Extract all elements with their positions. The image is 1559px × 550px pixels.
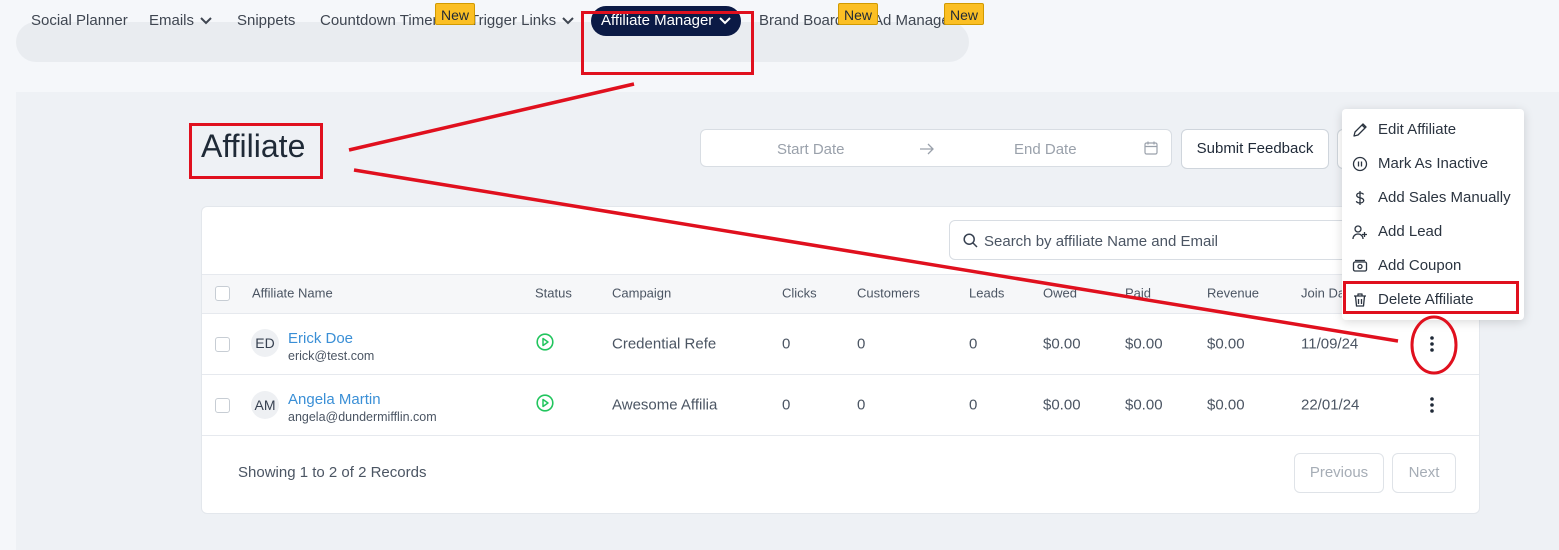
search-input[interactable] [982, 229, 1346, 253]
submit-feedback-button[interactable]: Submit Feedback [1181, 129, 1329, 169]
coupon-icon [1352, 259, 1368, 272]
next-page-button[interactable]: Next [1392, 453, 1456, 493]
leads-cell: 0 [969, 396, 978, 414]
row-actions-kebab-icon[interactable] [1422, 334, 1442, 354]
leads-cell: 0 [969, 335, 978, 353]
row-divider [202, 374, 1479, 375]
column-header-leads[interactable]: Leads [969, 286, 1004, 301]
menu-item-delete-affiliate[interactable]: Delete Affiliate [1342, 283, 1524, 317]
nav-item-ad-manager[interactable]: Ad Manager [873, 0, 955, 40]
nav-item-emails[interactable]: Emails [149, 0, 212, 40]
clicks-cell: 0 [782, 335, 791, 353]
date-range-picker[interactable]: Start Date End Date [700, 129, 1172, 167]
column-header-join-date[interactable]: Join Da [1301, 286, 1345, 301]
join-date-cell: 11/09/24 [1301, 335, 1359, 353]
customers-cell: 0 [857, 396, 866, 414]
end-date-input[interactable]: End Date [1014, 141, 1077, 158]
nav-item-countdown-timers[interactable]: Countdown Timers [320, 0, 445, 40]
menu-item-mark-as-inactive[interactable]: Mark As Inactive [1342, 147, 1524, 181]
search-icon [963, 233, 978, 248]
row-checkbox[interactable] [215, 398, 230, 413]
row-checkbox[interactable] [215, 337, 230, 352]
nav-item-brand-boards[interactable]: Brand Boards [759, 0, 851, 40]
campaign-cell: Awesome Affilia [612, 396, 718, 414]
previous-page-button[interactable]: Previous [1294, 453, 1384, 493]
row-divider [202, 435, 1479, 436]
owed-cell: $0.00 [1043, 335, 1081, 353]
column-header-affiliate-name[interactable]: Affiliate Name [252, 286, 333, 301]
search-box[interactable] [949, 220, 1369, 260]
arrow-right-icon [920, 143, 934, 155]
dollar-icon [1355, 191, 1365, 205]
pause-circle-icon [1352, 156, 1368, 172]
new-badge: New [435, 3, 476, 25]
affiliate-email: erick@test.com [288, 349, 375, 363]
column-header-clicks[interactable]: Clicks [782, 286, 817, 301]
menu-item-add-lead[interactable]: Add Lead [1342, 215, 1524, 249]
trash-icon [1354, 293, 1366, 307]
campaign-cell: Credential Refe [612, 335, 717, 353]
menu-item-add-coupon[interactable]: Add Coupon [1342, 249, 1524, 283]
join-date-cell: 22/01/24 [1301, 396, 1360, 414]
menu-item-add-sales-manually[interactable]: Add Sales Manually [1342, 181, 1524, 215]
page-title: Affiliate [201, 128, 306, 164]
menu-item-edit-affiliate[interactable]: Edit Affiliate [1342, 113, 1524, 147]
pencil-icon [1353, 123, 1367, 137]
select-all-checkbox[interactable] [215, 286, 230, 301]
customers-cell: 0 [857, 335, 866, 353]
avatar: ED [251, 329, 279, 357]
nav-item-trigger-links[interactable]: Trigger Links [470, 0, 574, 40]
paid-cell: $0.00 [1125, 396, 1163, 414]
nav-item-affiliate-manager[interactable]: Affiliate Manager [591, 6, 742, 36]
affiliate-name-link[interactable]: Angela Martin [288, 391, 381, 408]
affiliate-email: angela@dundermifflin.com [288, 410, 437, 424]
row-actions-kebab-icon[interactable] [1422, 395, 1442, 415]
column-header-owed[interactable]: Owed [1043, 286, 1077, 301]
new-badge: New [944, 3, 985, 25]
owed-cell: $0.00 [1043, 396, 1081, 414]
column-header-campaign[interactable]: Campaign [612, 286, 671, 301]
start-date-input[interactable]: Start Date [777, 141, 845, 158]
column-header-revenue[interactable]: Revenue [1207, 286, 1259, 301]
nav-item-social-planner[interactable]: Social Planner [31, 0, 128, 40]
revenue-cell: $0.00 [1207, 335, 1245, 353]
user-plus-icon [1352, 225, 1367, 240]
column-header-paid[interactable]: Paid [1125, 286, 1151, 301]
play-circle-status-icon [536, 394, 554, 412]
avatar: AM [251, 391, 279, 419]
chevron-down-icon [719, 17, 732, 25]
calendar-icon [1144, 141, 1158, 155]
table-header [202, 274, 1479, 314]
pagination-summary: Showing 1 to 2 of 2 Records [238, 464, 427, 481]
column-header-status[interactable]: Status [535, 286, 572, 301]
affiliate-name-link[interactable]: Erick Doe [288, 330, 353, 347]
paid-cell: $0.00 [1125, 335, 1163, 353]
nav-item-snippets[interactable]: Snippets [237, 0, 295, 40]
new-badge: New [838, 3, 879, 25]
row-actions-menu: Edit Affiliate Mark As Inactive Add Sale… [1342, 109, 1524, 320]
clicks-cell: 0 [782, 396, 791, 414]
chevron-down-icon [562, 17, 574, 25]
chevron-down-icon [200, 17, 212, 25]
column-header-customers[interactable]: Customers [857, 286, 920, 301]
play-circle-status-icon [536, 333, 554, 351]
revenue-cell: $0.00 [1207, 396, 1245, 414]
